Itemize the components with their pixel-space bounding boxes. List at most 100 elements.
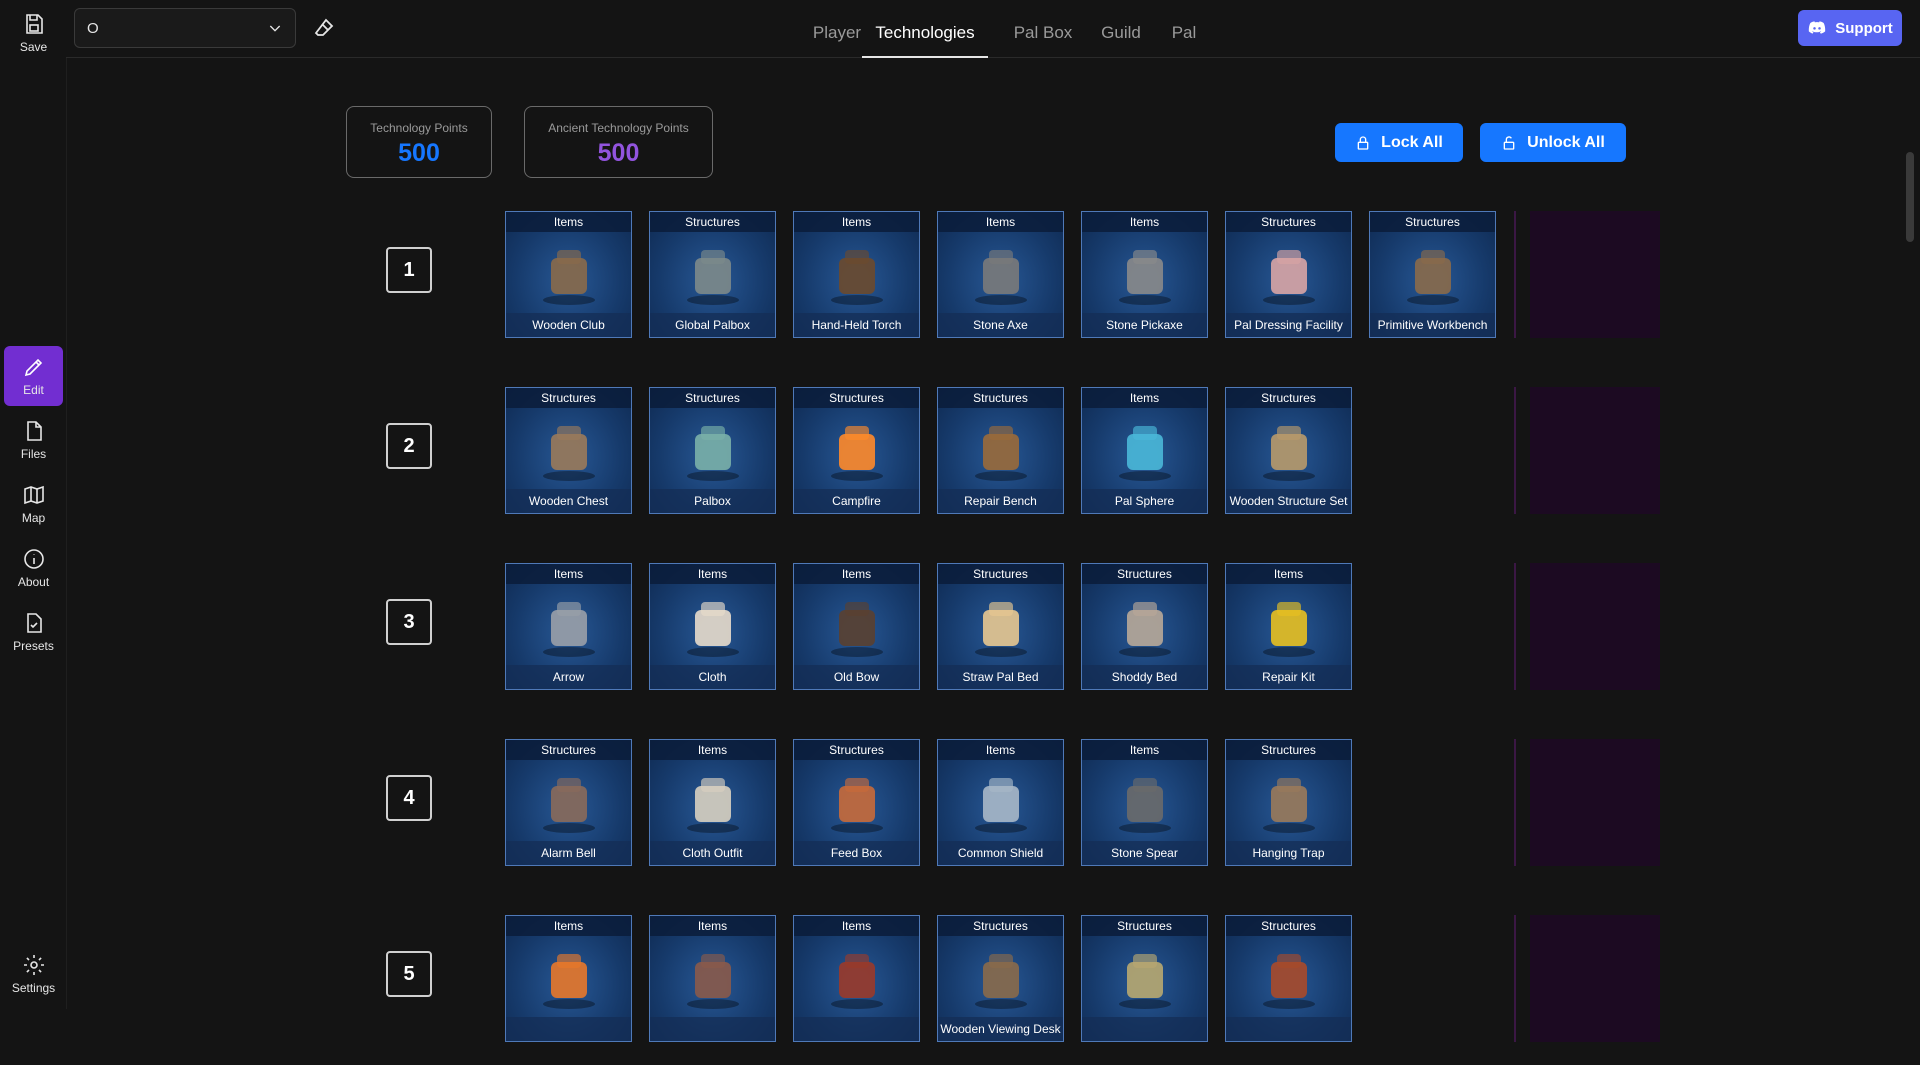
lock-all-button[interactable]: Lock All [1335, 123, 1463, 162]
edit-button[interactable]: Edit [4, 346, 63, 406]
unlock-all-label: Unlock All [1527, 133, 1605, 151]
tech-card[interactable]: Items Pal Sphere [1081, 387, 1208, 514]
tech-name: Cloth Outfit [650, 841, 775, 865]
tech-card[interactable]: Structures Alarm Bell [505, 739, 632, 866]
info-icon [23, 549, 44, 569]
tier-number: 2 [386, 423, 432, 469]
sling-icon [687, 954, 739, 1009]
tech-category: Items [650, 740, 775, 760]
technology-points-label: Technology Points [370, 121, 468, 135]
tech-card[interactable]: Structures Feed Box [793, 739, 920, 866]
tech-card[interactable]: Items Old Bow [793, 563, 920, 690]
file-icon [26, 421, 42, 441]
sphere-icon [1119, 426, 1171, 481]
tech-category: Structures [1226, 388, 1351, 408]
tech-card[interactable]: Structures Campfire [793, 387, 920, 514]
scroll-thumb[interactable] [1906, 152, 1914, 242]
tech-category: Items [506, 564, 631, 584]
tech-card[interactable]: Structures [1225, 915, 1352, 1042]
tech-category: Items [506, 916, 631, 936]
tech-card[interactable]: Structures [1081, 915, 1208, 1042]
tech-card[interactable]: Structures Repair Bench [937, 387, 1064, 514]
tier-number: 1 [386, 247, 432, 293]
about-button[interactable]: About [4, 538, 63, 598]
tech-category: Structures [650, 388, 775, 408]
tech-card[interactable]: Structures Shoddy Bed [1081, 563, 1208, 690]
edit-label: Edit [23, 383, 44, 397]
tech-card[interactable]: Items Stone Pickaxe [1081, 211, 1208, 338]
trap-icon [1263, 778, 1315, 833]
arrow-icon [543, 602, 595, 657]
tech-name: Wooden Chest [506, 489, 631, 513]
map-button[interactable]: Map [4, 474, 63, 534]
tech-name: Common Shield [938, 841, 1063, 865]
ancient-technology-points: Ancient Technology Points 500 [524, 106, 713, 178]
tech-category: Structures [794, 740, 919, 760]
tech-card[interactable]: Items [505, 915, 632, 1042]
tech-category: Structures [794, 388, 919, 408]
support-button[interactable]: Support [1798, 10, 1902, 46]
tab-pal[interactable]: Pal [1154, 0, 1214, 57]
presets-button[interactable]: Presets [4, 602, 63, 662]
tech-card[interactable]: Items Cloth Outfit [649, 739, 776, 866]
tech-category: Items [1082, 388, 1207, 408]
tech-name: Palbox [650, 489, 775, 513]
files-button[interactable]: Files [4, 410, 63, 470]
tech-name: Repair Bench [938, 489, 1063, 513]
bed-icon [1119, 602, 1171, 657]
tech-name: Shoddy Bed [1082, 665, 1207, 689]
desk-icon [975, 954, 1027, 1009]
tech-card[interactable]: Structures Wooden Structure Set [1225, 387, 1352, 514]
tech-card[interactable]: Items Repair Kit [1225, 563, 1352, 690]
tech-card[interactable]: Structures Primitive Workbench [1369, 211, 1496, 338]
tech-category: Items [794, 916, 919, 936]
tech-card[interactable]: Items Cloth [649, 563, 776, 690]
unlock-all-button[interactable]: Unlock All [1480, 123, 1626, 162]
torch-icon [831, 250, 883, 305]
tech-category: Structures [1226, 916, 1351, 936]
tech-card[interactable]: Structures Global Palbox [649, 211, 776, 338]
tech-card[interactable]: Structures Wooden Chest [505, 387, 632, 514]
sidebar: Save Edit Files Map About Presets Settin… [0, 0, 67, 1009]
tech-category: Items [794, 564, 919, 584]
spear-icon [1119, 778, 1171, 833]
tech-category: Items [938, 212, 1063, 232]
tech-name: Primitive Workbench [1370, 313, 1495, 337]
fire-arrow-icon [543, 954, 595, 1009]
tab-technologies[interactable]: Technologies [862, 0, 988, 58]
tech-name [1082, 1017, 1207, 1041]
gear-icon [23, 955, 44, 975]
ancient-divider [1514, 915, 1516, 1042]
pickaxe-icon [1119, 250, 1171, 305]
tech-card[interactable]: Items [793, 915, 920, 1042]
tech-card[interactable]: Items [649, 915, 776, 1042]
tech-card[interactable]: Structures Pal Dressing Facility [1225, 211, 1352, 338]
tech-card[interactable]: Items Hand-Held Torch [793, 211, 920, 338]
tech-category: Items [1226, 564, 1351, 584]
tech-card[interactable]: Items Wooden Club [505, 211, 632, 338]
scrollbar[interactable] [1906, 132, 1914, 1065]
tab-guild[interactable]: Guild [1086, 0, 1156, 57]
dressing-facility-icon [1263, 250, 1315, 305]
settings-button[interactable]: Settings [4, 944, 63, 1004]
tech-card[interactable]: Structures Hanging Trap [1225, 739, 1352, 866]
club-icon [543, 250, 595, 305]
tech-card[interactable]: Structures Wooden Viewing Desk [937, 915, 1064, 1042]
campfire-icon [831, 426, 883, 481]
tech-category: Structures [938, 388, 1063, 408]
tech-card[interactable]: Structures Palbox [649, 387, 776, 514]
tech-category: Structures [938, 916, 1063, 936]
tech-name: Global Palbox [650, 313, 775, 337]
tech-category: Structures [1082, 564, 1207, 584]
tech-card[interactable]: Items Stone Axe [937, 211, 1064, 338]
tech-card[interactable]: Structures Straw Pal Bed [937, 563, 1064, 690]
tech-card[interactable]: Items Stone Spear [1081, 739, 1208, 866]
tech-card[interactable]: Items Arrow [505, 563, 632, 690]
discord-icon [1809, 21, 1826, 34]
tech-card[interactable]: Items Common Shield [937, 739, 1064, 866]
bow-icon [831, 602, 883, 657]
tech-name: Stone Spear [1082, 841, 1207, 865]
save-button[interactable]: Save [4, 3, 63, 63]
tech-category: Items [938, 740, 1063, 760]
tab-pal-box[interactable]: Pal Box [1003, 0, 1083, 57]
